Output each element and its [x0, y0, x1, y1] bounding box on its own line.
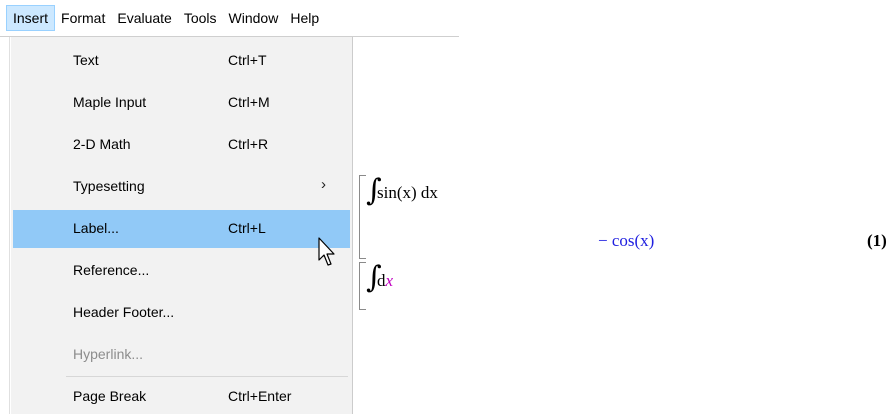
math-input-2[interactable]: dx	[377, 271, 393, 291]
menu-item-label: Reference...	[73, 262, 150, 278]
menu-item-label: Hyperlink...	[73, 346, 144, 362]
menu-item-label: Header Footer...	[73, 304, 175, 320]
equation-label[interactable]: (1)	[867, 231, 887, 251]
execution-group-bracket[interactable]	[359, 175, 366, 259]
insert-dropdown-menu: Text Ctrl+T Maple Input Ctrl+M 2-D Math …	[11, 37, 353, 414]
menu-item-shortcut: Ctrl+T	[228, 52, 267, 68]
menu-item-shortcut: Ctrl+Enter	[228, 388, 292, 404]
execution-group-bracket[interactable]	[359, 262, 366, 310]
menu-item-label: Maple Input	[73, 94, 147, 110]
math-input-1[interactable]: sin(x) dx	[377, 183, 438, 203]
menu-item-page-break[interactable]: Page Break Ctrl+Enter	[13, 378, 350, 416]
menu-item-label: Text	[73, 52, 99, 68]
menu-separator	[66, 376, 348, 377]
chevron-right-icon: ›	[321, 176, 326, 193]
math-d: d	[377, 271, 386, 290]
menu-item-2d-math[interactable]: 2-D Math Ctrl+R	[13, 126, 350, 164]
window-edge	[9, 37, 10, 414]
menu-item-maple-input[interactable]: Maple Input Ctrl+M	[13, 84, 350, 122]
menu-item-text[interactable]: Text Ctrl+T	[13, 42, 350, 80]
menu-item-label: Typesetting	[73, 178, 145, 194]
menu-item-reference[interactable]: Reference...	[13, 252, 350, 290]
menu-item-shortcut: Ctrl+M	[228, 94, 270, 110]
menu-insert[interactable]: Insert	[6, 5, 56, 31]
math-output-1: − cos(x)	[598, 231, 655, 250]
menu-item-shortcut: Ctrl+L	[228, 220, 266, 236]
menu-item-hyperlink: Hyperlink...	[13, 336, 350, 374]
menu-bar: Insert Format Evaluate Tools Window Help	[0, 0, 459, 37]
menu-format[interactable]: Format	[55, 5, 111, 31]
menu-tools[interactable]: Tools	[178, 5, 223, 31]
menu-help[interactable]: Help	[284, 5, 325, 31]
menu-window[interactable]: Window	[223, 5, 285, 31]
menu-item-label: Page Break	[73, 388, 147, 404]
worksheet[interactable]: ∫ sin(x) dx − cos(x) (1) ∫ dx	[353, 170, 894, 414]
math-variable: x	[385, 271, 394, 290]
menu-item-shortcut: Ctrl+R	[228, 136, 269, 152]
menu-evaluate[interactable]: Evaluate	[111, 5, 177, 31]
menu-item-label: 2-D Math	[73, 136, 131, 152]
menu-item-typesetting[interactable]: Typesetting ›	[13, 168, 350, 206]
menu-item-header-footer[interactable]: Header Footer...	[13, 294, 350, 332]
mouse-cursor-icon	[318, 237, 335, 266]
menu-item-label: Label...	[73, 220, 119, 236]
menu-item-label-insert[interactable]: Label... Ctrl+L	[13, 210, 350, 248]
